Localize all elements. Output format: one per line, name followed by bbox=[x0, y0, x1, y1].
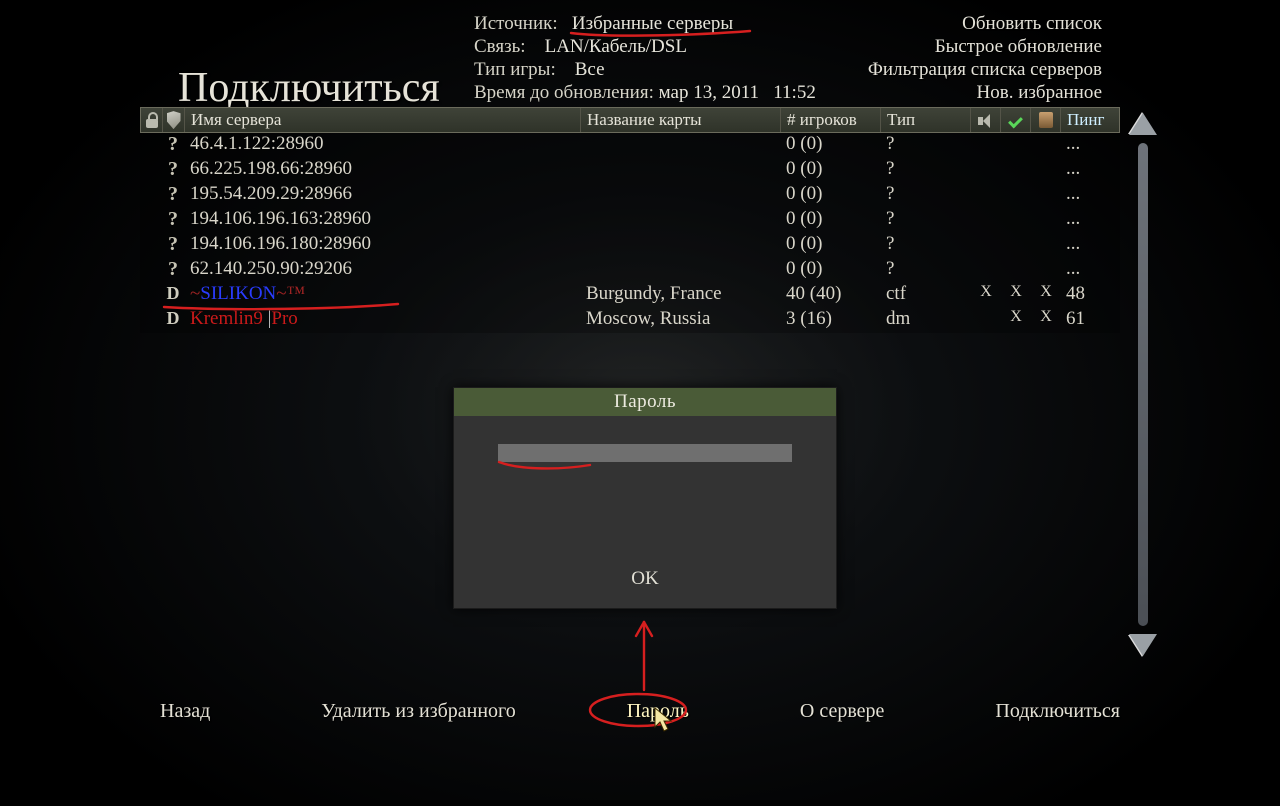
server-name: 195.54.209.29:28966 bbox=[184, 183, 580, 208]
server-players: 3 (16) bbox=[780, 308, 880, 333]
server-name: 194.106.196.180:28960 bbox=[184, 233, 580, 258]
scroll-down-icon[interactable] bbox=[1129, 634, 1157, 656]
server-type: ? bbox=[880, 133, 970, 158]
col-type[interactable]: Тип bbox=[881, 108, 971, 132]
scroll-up-icon[interactable] bbox=[1129, 113, 1157, 135]
table-row[interactable]: ? 194.106.196.180:28960 0 (0) ? ... bbox=[140, 233, 1120, 258]
server-name: ~SILIKON~™ bbox=[184, 283, 580, 308]
server-rows: ? 46.4.1.122:28960 0 (0) ? ... ? 66.225.… bbox=[140, 133, 1120, 333]
server-ping: 48 bbox=[1060, 283, 1120, 308]
lock-icon bbox=[145, 112, 159, 128]
table-row[interactable]: ? 62.140.250.90:29206 0 (0) ? ... bbox=[140, 258, 1120, 283]
checkmark-icon bbox=[1008, 114, 1024, 128]
speaker-icon bbox=[978, 114, 994, 128]
about-server-button[interactable]: О сервере bbox=[800, 700, 885, 723]
server-type: dm bbox=[880, 308, 970, 333]
delete-favorite-button[interactable]: Удалить из избранного bbox=[321, 700, 516, 723]
server-type: ctf bbox=[880, 283, 970, 308]
refresh-list-button[interactable]: Обновить список bbox=[868, 12, 1102, 35]
shield-icon bbox=[167, 111, 181, 129]
server-players: 40 (40) bbox=[780, 283, 880, 308]
quick-refresh-button[interactable]: Быстрое обновление bbox=[868, 35, 1102, 58]
server-name: 66.225.198.66:28960 bbox=[184, 158, 580, 183]
col-hardware[interactable] bbox=[1031, 108, 1061, 132]
server-name: 46.4.1.122:28960 bbox=[184, 133, 580, 158]
table-row[interactable]: D Kremlin9 |Pro Moscow, Russia 3 (16) dm… bbox=[140, 308, 1120, 333]
status-icon: ? bbox=[162, 208, 184, 233]
status-icon: ? bbox=[162, 158, 184, 183]
col-check[interactable] bbox=[1001, 108, 1031, 132]
action-menu: Обновить список Быстрое обновление Фильт… bbox=[868, 12, 1102, 104]
dialog-title: Пароль bbox=[454, 388, 836, 416]
status-icon: ? bbox=[162, 133, 184, 158]
scroll-track[interactable] bbox=[1138, 143, 1148, 626]
status-icon: ? bbox=[162, 258, 184, 283]
conn-label: Связь: bbox=[474, 36, 526, 57]
server-name: 62.140.250.90:29206 bbox=[184, 258, 580, 283]
filter-servers-button[interactable]: Фильтрация списка серверов bbox=[868, 58, 1102, 81]
page-title: Подключиться bbox=[178, 64, 440, 112]
col-lock[interactable] bbox=[141, 108, 163, 132]
source-label: Источник: bbox=[474, 13, 558, 34]
table-row[interactable]: D ~SILIKON~™ Burgundy, France 40 (40) ct… bbox=[140, 283, 1120, 308]
col-name[interactable]: Имя сервера bbox=[185, 108, 581, 132]
new-favorite-button[interactable]: Нов. избранное bbox=[868, 81, 1102, 104]
conn-value[interactable]: LAN/Кабель/DSL bbox=[545, 36, 687, 57]
server-name: 194.106.196.163:28960 bbox=[184, 208, 580, 233]
refresh-value: мар 13, 2011 11:52 bbox=[659, 82, 816, 103]
server-map: Moscow, Russia bbox=[580, 308, 780, 333]
col-players[interactable]: # игроков bbox=[781, 108, 881, 132]
password-dialog: Пароль OK bbox=[453, 387, 837, 609]
footer-buttons: Назад Удалить из избранного Пароль О сер… bbox=[140, 700, 1140, 723]
status-icon: D bbox=[162, 308, 184, 333]
col-shield[interactable] bbox=[163, 108, 185, 132]
connect-button[interactable]: Подключиться bbox=[995, 700, 1120, 723]
status-icon: D bbox=[162, 283, 184, 308]
password-input[interactable] bbox=[498, 444, 792, 462]
password-button[interactable]: Пароль bbox=[627, 700, 689, 723]
connection-info: Источник: Избранные серверы Связь: LAN/К… bbox=[474, 12, 816, 104]
table-row[interactable]: ? 46.4.1.122:28960 0 (0) ? ... bbox=[140, 133, 1120, 158]
server-ping: ... bbox=[1060, 133, 1120, 158]
server-map bbox=[580, 133, 780, 158]
status-icon: ? bbox=[162, 233, 184, 258]
scrollbar[interactable] bbox=[1128, 107, 1158, 662]
server-map: Burgundy, France bbox=[580, 283, 780, 308]
back-button[interactable]: Назад bbox=[160, 700, 210, 723]
table-row[interactable]: ? 194.106.196.163:28960 0 (0) ? ... bbox=[140, 208, 1120, 233]
status-icon: ? bbox=[162, 183, 184, 208]
server-name: Kremlin9 |Pro bbox=[184, 308, 580, 333]
ok-button[interactable]: OK bbox=[454, 568, 836, 590]
table-row[interactable]: ? 195.54.209.29:28966 0 (0) ? ... bbox=[140, 183, 1120, 208]
server-players: 0 (0) bbox=[780, 133, 880, 158]
col-voice[interactable] bbox=[971, 108, 1001, 132]
source-value[interactable]: Избранные серверы bbox=[572, 13, 733, 34]
hardware-icon bbox=[1039, 112, 1053, 128]
col-ping[interactable]: Пинг bbox=[1061, 108, 1121, 132]
refresh-label: Время до обновления: bbox=[474, 82, 654, 103]
table-row[interactable]: ? 66.225.198.66:28960 0 (0) ? ... bbox=[140, 158, 1120, 183]
gametype-value[interactable]: Все bbox=[575, 59, 605, 80]
gametype-label: Тип игры: bbox=[474, 59, 556, 80]
server-ping: 61 bbox=[1060, 308, 1120, 333]
col-map[interactable]: Название карты bbox=[581, 108, 781, 132]
server-list-header: Имя сервера Название карты # игроков Тип… bbox=[140, 107, 1120, 133]
